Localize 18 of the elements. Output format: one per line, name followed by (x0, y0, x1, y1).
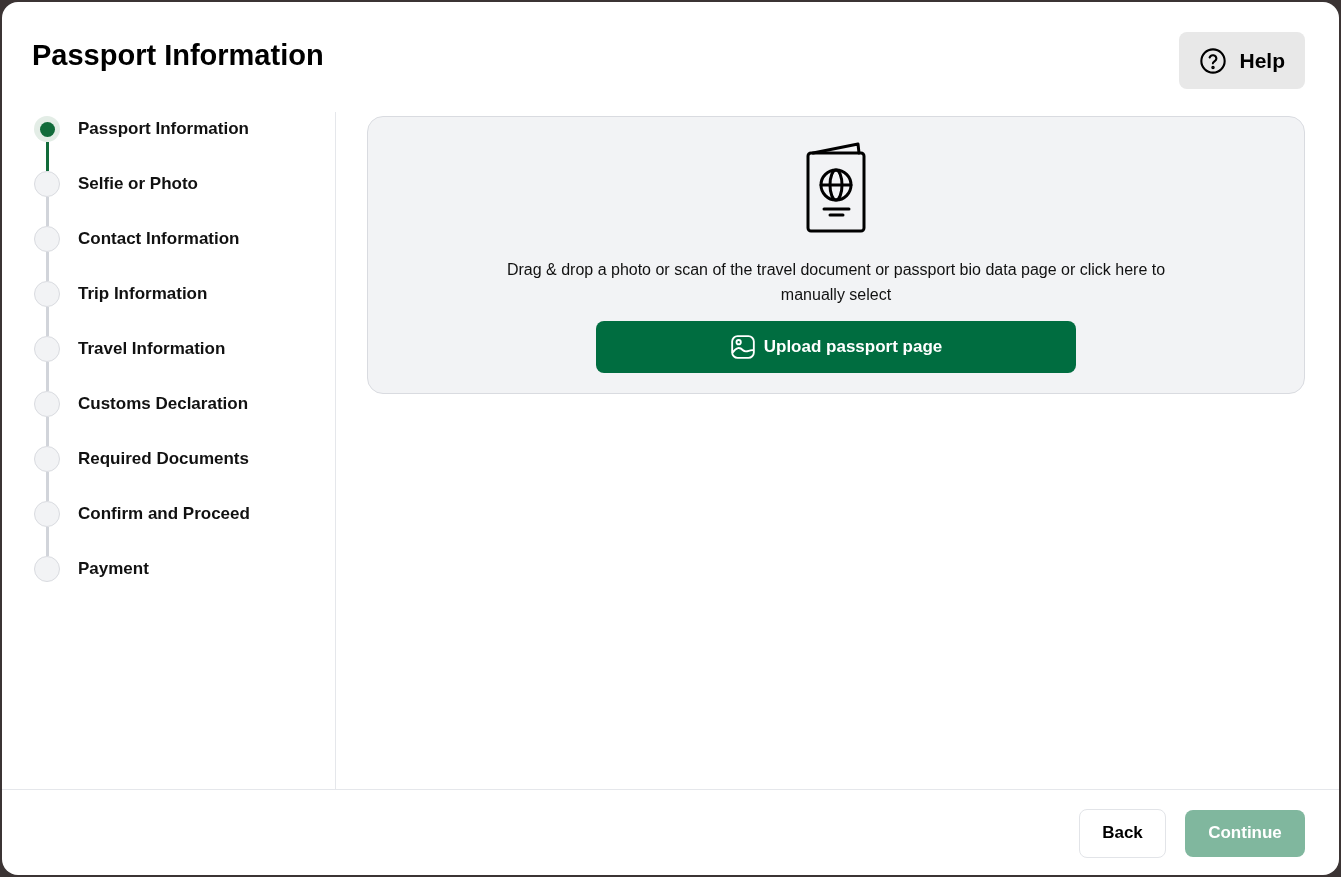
step-label[interactable]: Selfie or Photo (78, 171, 198, 197)
upload-button[interactable]: Upload passport page (596, 321, 1076, 373)
back-button[interactable]: Back (1079, 808, 1166, 858)
help-icon (1199, 46, 1228, 75)
step-label[interactable]: Required Documents (78, 446, 249, 472)
step-label[interactable]: Trip Information (78, 281, 208, 307)
passport-icon (805, 141, 867, 233)
page-title: Passport Information (32, 38, 324, 73)
help-button[interactable]: Help (1179, 32, 1305, 89)
step-label[interactable]: Payment (78, 556, 149, 582)
image-icon (729, 334, 756, 360)
step-label[interactable]: Customs Declaration (78, 391, 249, 417)
step-label[interactable]: Contact Information (78, 226, 240, 252)
step-label[interactable]: Passport Information (78, 116, 249, 142)
step-label[interactable]: Confirm and Proceed (78, 501, 250, 527)
upload-dropzone[interactable]: Drag & drop a photo or scan of the travel document or passport bio data page or click here to manually select Upload passport page (367, 116, 1305, 394)
step-label[interactable]: Travel Information (78, 336, 226, 362)
upload-instructions: Drag & drop a photo or scan of the travel document or passport bio data page or click here to manually select (505, 260, 1167, 305)
